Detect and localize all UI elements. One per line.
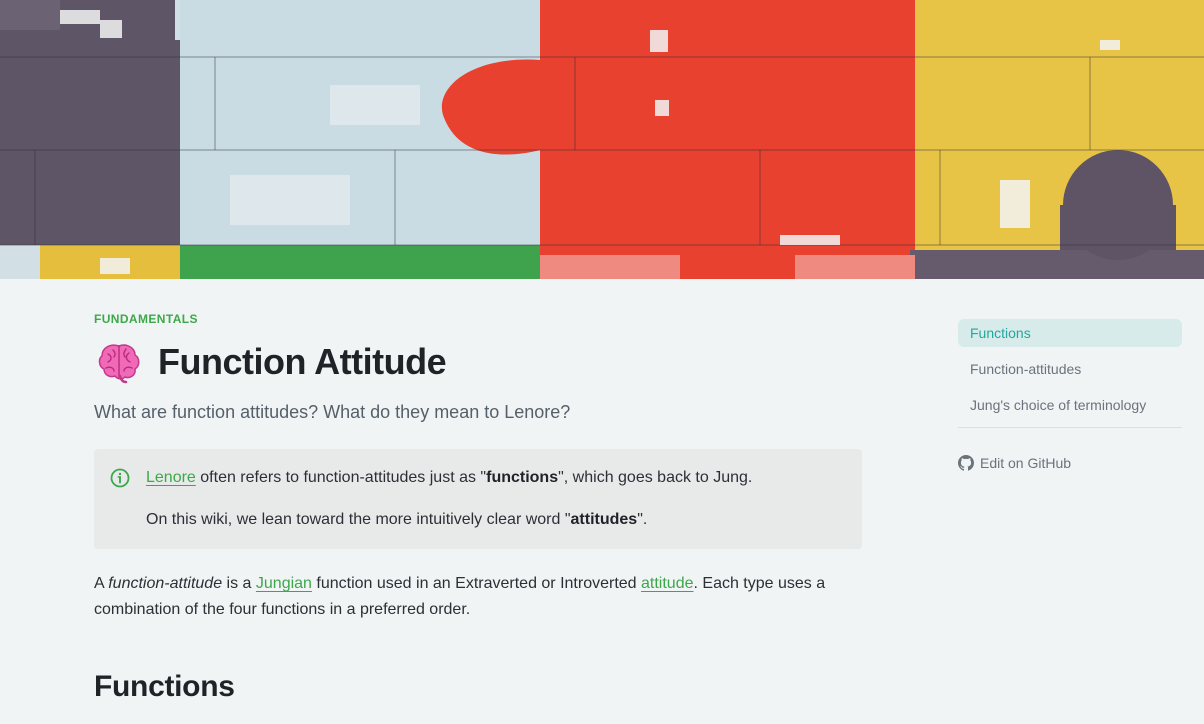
intro-paragraph: A function-attitude is a Jungian functio… — [94, 571, 862, 623]
callout-text: ". — [637, 511, 648, 528]
info-icon — [110, 468, 130, 488]
page-subtitle: What are function attitudes? What do the… — [94, 402, 571, 422]
toc-divider — [958, 427, 1182, 428]
edit-on-github-link[interactable]: Edit on GitHub — [958, 454, 1182, 472]
hero-banner-image — [0, 0, 1204, 279]
paragraph-emphasis: function-attitude — [108, 575, 223, 592]
paragraph-text: function used in an Extraverted or Intro… — [311, 575, 642, 592]
toc-item-functions[interactable]: Functions — [958, 319, 1182, 347]
callout-text: often refers to function-attitudes just … — [195, 469, 487, 486]
callout-text: On this wiki, we lean toward the more in… — [146, 511, 571, 528]
attitude-link[interactable]: attitude — [641, 575, 693, 592]
toc-item-jungs-terminology[interactable]: Jung's choice of terminology — [958, 391, 1182, 419]
github-icon — [958, 455, 974, 471]
callout-bold: attitudes — [570, 511, 638, 528]
callout-line-1: Lenore often refers to function-attitude… — [146, 467, 752, 489]
callout-bold: functions — [486, 469, 559, 486]
callout-text: ", which goes back to Jung. — [558, 469, 753, 486]
title-row: Function Attitude — [94, 340, 862, 384]
main-content: FUNDAMENTALS Function Attitude What are … — [94, 311, 862, 705]
info-callout: Lenore often refers to function-attitude… — [94, 449, 862, 549]
paragraph-text: is a — [222, 575, 256, 592]
edit-on-github-label: Edit on GitHub — [980, 455, 1072, 471]
lenore-link[interactable]: Lenore — [146, 469, 196, 486]
page-title: Function Attitude — [158, 341, 447, 382]
functions-heading: Functions — [94, 670, 235, 703]
jungian-link[interactable]: Jungian — [256, 575, 312, 592]
paragraph-text: A — [94, 575, 109, 592]
toc-item-function-attitudes[interactable]: Function-attitudes — [958, 355, 1182, 383]
brain-icon — [96, 340, 142, 384]
callout-line-2: On this wiki, we lean toward the more in… — [146, 509, 647, 531]
section-label: FUNDAMENTALS — [94, 312, 198, 326]
table-of-contents: Functions Function-attitudes Jung's choi… — [958, 319, 1182, 472]
